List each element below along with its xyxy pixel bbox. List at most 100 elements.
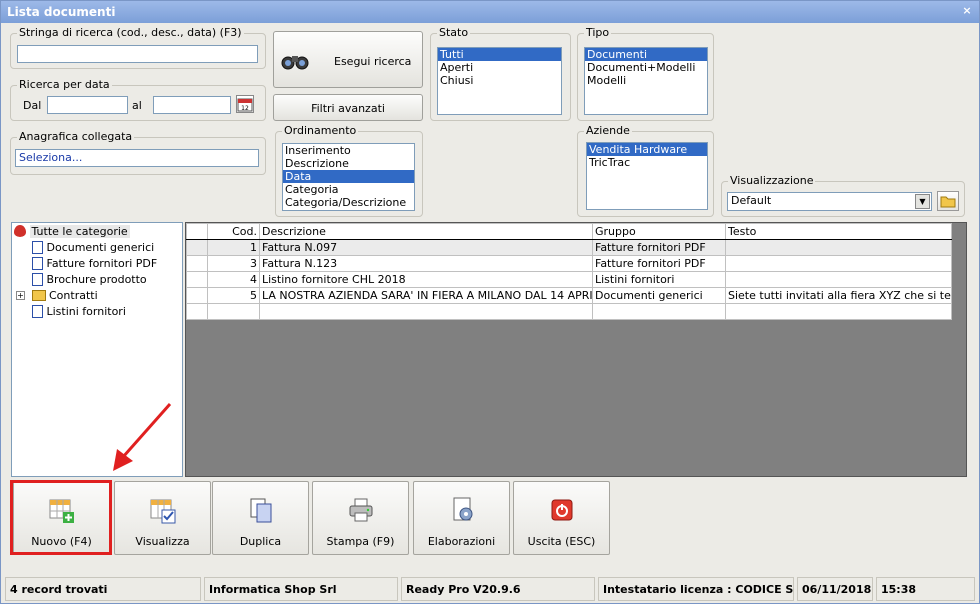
stato-option[interactable]: Aperti — [438, 61, 561, 74]
exit-button[interactable]: Uscita (ESC) — [513, 481, 610, 555]
run-search-label: Esegui ricerca — [334, 55, 412, 68]
table-row[interactable]: 4 Listino fornitore CHL 2018 Listini for… — [186, 271, 952, 288]
duplicate-button-label: Duplica — [239, 535, 282, 548]
cell-gruppo: Fatture fornitori PDF — [592, 239, 726, 256]
folder-icon — [31, 290, 46, 301]
anagrafica-select[interactable]: Seleziona... — [15, 149, 259, 167]
aziende-option[interactable]: TricTrac — [587, 156, 707, 169]
column-header[interactable]: Testo — [725, 223, 952, 240]
date-from-input[interactable] — [47, 96, 128, 114]
ordinamento-option[interactable]: Inserimento — [283, 144, 414, 157]
table-row[interactable]: 5 LA NOSTRA AZIENDA SARA' IN FIERA A MIL… — [186, 287, 952, 304]
cell-cod: 1 — [207, 239, 260, 256]
print-button[interactable]: Stampa (F9) — [312, 481, 409, 555]
tree-item-label: Fatture fornitori PDF — [46, 257, 158, 270]
tree-item[interactable]: Brochure prodotto — [32, 272, 147, 288]
gear-document-icon — [453, 497, 473, 521]
status-records: 4 record trovati — [5, 577, 201, 601]
aziende-list[interactable]: Vendita Hardware TricTrac — [586, 142, 708, 210]
calendar-icon[interactable]: 12 — [236, 95, 254, 113]
advanced-filters-label: Filtri avanzati — [311, 102, 385, 115]
visualizzazione-label: Visualizzazione — [728, 174, 816, 187]
cell-cod: 4 — [207, 271, 260, 288]
document-icon — [32, 273, 43, 286]
tree-root[interactable]: Tutte le categorie — [14, 224, 130, 240]
tree-root-label: Tutte le categorie — [29, 225, 130, 238]
strawberry-icon — [14, 225, 26, 237]
ordinamento-option[interactable]: Descrizione — [283, 157, 414, 170]
arrow-annotation — [113, 403, 172, 471]
ordinamento-option[interactable]: Data — [283, 170, 414, 183]
cell-testo — [725, 271, 952, 288]
cell-cod: 5 — [207, 287, 260, 304]
status-license: Intestatario licenza : CODICE SRL — [598, 577, 794, 601]
power-icon — [551, 499, 573, 521]
date-to-input[interactable] — [153, 96, 231, 114]
tree-item-label: Listini fornitori — [46, 305, 126, 318]
cell-gruppo: Fatture fornitori PDF — [592, 255, 726, 272]
run-search-button[interactable]: Esegui ricerca — [273, 31, 423, 88]
visualizzazione-value: Default — [731, 194, 772, 207]
cell-testo — [725, 255, 952, 272]
window: Lista documenti × Stringa di ricerca (co… — [0, 0, 980, 604]
document-icon — [32, 241, 43, 254]
tree-item[interactable]: Listini fornitori — [32, 304, 126, 320]
to-label: al — [132, 99, 142, 112]
status-date: 06/11/2018 — [797, 577, 873, 601]
duplicate-button[interactable]: Duplica — [212, 481, 309, 555]
ordinamento-option[interactable]: Categoria — [283, 183, 414, 196]
status-version: Ready Pro V20.9.6 — [401, 577, 595, 601]
column-header[interactable]: Descrizione — [259, 223, 593, 240]
search-string-label: Stringa di ricerca (cod., desc., data) (… — [17, 26, 244, 39]
table-header: Cod. Descrizione Gruppo Testo — [186, 223, 952, 240]
cell-gruppo: Documenti generici — [592, 287, 726, 304]
window-title: Lista documenti — [7, 5, 116, 19]
expand-icon[interactable]: + — [16, 291, 25, 300]
stato-option[interactable]: Tutti — [438, 48, 561, 61]
folder-open-icon[interactable] — [937, 191, 959, 211]
table-row-empty[interactable] — [186, 303, 952, 320]
tree-item[interactable]: Documenti generici — [32, 240, 154, 256]
visualizzazione-select[interactable]: Default ▼ — [727, 192, 932, 211]
tipo-list[interactable]: Documenti Documenti+Modelli Modelli — [584, 47, 708, 115]
tipo-option[interactable]: Documenti — [585, 48, 707, 61]
search-input[interactable] — [17, 45, 258, 63]
status-company: Informatica Shop Srl — [204, 577, 398, 601]
close-icon[interactable]: × — [959, 4, 975, 19]
view-button-label: Visualizza — [135, 535, 190, 548]
from-label: Dal — [23, 99, 42, 112]
ordinamento-list[interactable]: Inserimento Descrizione Data Categoria C… — [282, 143, 415, 211]
documents-table: Cod. Descrizione Gruppo Testo 1 Fattura … — [186, 223, 952, 320]
tree-item-label: Brochure prodotto — [46, 273, 147, 286]
svg-text:12: 12 — [241, 105, 249, 112]
documents-grid[interactable]: Cod. Descrizione Gruppo Testo 1 Fattura … — [185, 222, 967, 477]
ordinamento-option[interactable]: Categoria/Descrizione — [283, 196, 414, 209]
aziende-label: Aziende — [584, 124, 632, 137]
table-row[interactable]: 1 Fattura N.097 Fatture fornitori PDF — [186, 239, 952, 256]
document-icon — [32, 305, 43, 318]
cell-descrizione: Listino fornitore CHL 2018 — [259, 271, 593, 288]
tree-item[interactable]: Fatture fornitori PDF — [32, 256, 157, 272]
exit-button-label: Uscita (ESC) — [527, 535, 596, 548]
title-bar: Lista documenti × — [1, 1, 979, 23]
stato-option[interactable]: Chiusi — [438, 74, 561, 87]
advanced-filters-button[interactable]: Filtri avanzati — [273, 94, 423, 121]
stato-list[interactable]: Tutti Aperti Chiusi — [437, 47, 562, 115]
tree-item[interactable]: + Contratti — [16, 288, 98, 304]
grid-check-icon — [150, 499, 176, 524]
tipo-option[interactable]: Documenti+Modelli — [585, 61, 707, 74]
date-search-label: Ricerca per data — [17, 78, 112, 91]
cell-testo: Siete tutti invitati alla fiera XYZ che … — [725, 287, 952, 304]
tipo-option[interactable]: Modelli — [585, 74, 707, 87]
chevron-down-icon[interactable]: ▼ — [915, 194, 930, 209]
anagrafica-label: Anagrafica collegata — [17, 130, 135, 143]
printer-icon — [349, 498, 373, 522]
cell-cod: 3 — [207, 255, 260, 272]
highlight-box — [10, 480, 112, 555]
view-button[interactable]: Visualizza — [114, 481, 211, 555]
column-header[interactable]: Cod. — [207, 223, 260, 240]
column-header[interactable]: Gruppo — [592, 223, 726, 240]
processing-button[interactable]: Elaborazioni — [413, 481, 510, 555]
table-row[interactable]: 3 Fattura N.123 Fatture fornitori PDF — [186, 255, 952, 272]
aziende-option[interactable]: Vendita Hardware — [587, 143, 707, 156]
